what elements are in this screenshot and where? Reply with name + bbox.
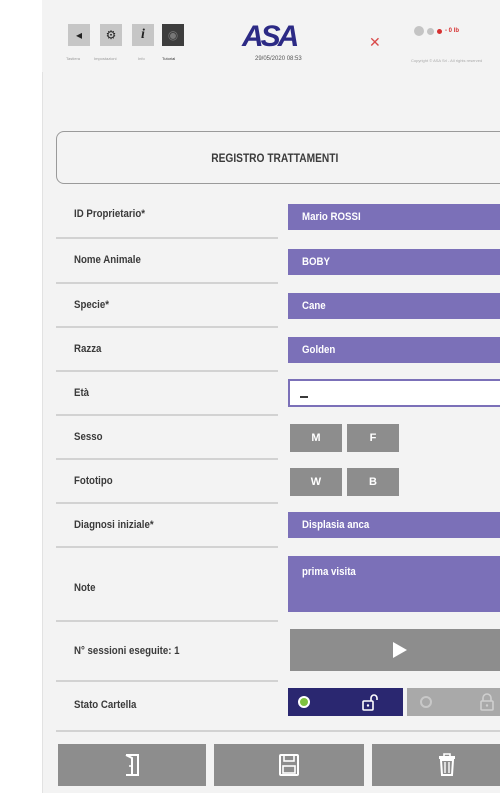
copyright-text: Copyright © ASA Srl - All rights reserve… — [411, 58, 483, 63]
exit-button[interactable] — [58, 744, 206, 786]
app-screen: ◂ Tastiera ⚙ Impostazioni i Info ◉ Tutor… — [42, 0, 500, 793]
notes-label: Note — [74, 582, 96, 594]
tutorial-button-label: Tutorial — [162, 56, 176, 61]
animal-name-label: Nome Animale — [74, 254, 141, 266]
close-icon[interactable]: ✕ — [369, 34, 381, 51]
settings-button-label: Impostazioni — [94, 56, 117, 61]
unlocked-icon — [362, 694, 378, 711]
alert-dot-icon — [437, 28, 442, 34]
record-status-label: Stato Cartella — [74, 699, 137, 711]
top-toolbar: ◂ Tastiera ⚙ Impostazioni i Info ◉ Tutor… — [42, 0, 500, 72]
sex-label: Sesso — [74, 431, 103, 443]
text-cursor — [300, 396, 308, 398]
diagnosis-field[interactable]: Displasia anca — [288, 512, 500, 538]
species-field[interactable]: Cane — [288, 293, 500, 319]
radio-selected-icon — [298, 696, 310, 708]
brand-logo: ASA — [242, 20, 299, 53]
row-divider — [56, 414, 278, 416]
owner-field[interactable]: Mario ROSSI — [288, 204, 500, 230]
page-title: REGISTRO TRATTAMENTI — [211, 150, 339, 165]
page-title-box: REGISTRO TRATTAMENTI — [56, 131, 500, 184]
back-button-label: Tastiera — [66, 56, 81, 61]
owner-label: ID Proprietario* — [74, 208, 146, 220]
row-divider — [56, 680, 278, 682]
locked-icon — [480, 693, 494, 711]
sessions-count-label: N° sessioni eseguite: 1 — [74, 645, 180, 657]
row-divider — [56, 458, 278, 460]
status-dot-icon — [427, 27, 434, 35]
status-dot-icon — [414, 26, 424, 36]
info-button-label: Info — [138, 56, 145, 61]
animal-name-field[interactable]: BOBY — [288, 249, 500, 275]
row-divider — [56, 730, 500, 732]
datetime-display: 29/05/2020 08:53 — [255, 56, 302, 62]
info-icon[interactable]: i — [132, 24, 154, 46]
gear-icon[interactable]: ⚙ — [100, 24, 122, 46]
record-closed-button[interactable] — [407, 688, 500, 716]
phototype-label: Fototipo — [74, 475, 113, 487]
row-divider — [56, 502, 278, 504]
save-button[interactable] — [214, 744, 364, 786]
delete-button[interactable] — [372, 744, 500, 786]
breed-label: Razza — [74, 343, 102, 355]
play-icon — [393, 642, 407, 658]
sex-female-button[interactable]: F — [347, 424, 399, 452]
notes-textarea[interactable]: prima visita — [288, 556, 500, 612]
record-open-button[interactable] — [288, 688, 403, 716]
row-divider — [56, 620, 278, 622]
diagnosis-label: Diagnosi iniziale* — [74, 519, 154, 531]
row-divider — [56, 326, 278, 328]
row-divider — [56, 237, 278, 239]
row-divider — [56, 546, 278, 548]
exit-door-icon — [125, 754, 139, 776]
phototype-b-button[interactable]: B — [347, 468, 399, 496]
radio-unselected-icon — [420, 696, 432, 708]
floppy-disk-icon — [279, 754, 299, 776]
trash-icon — [439, 753, 455, 776]
start-session-button[interactable] — [290, 629, 500, 671]
phototype-w-button[interactable]: W — [290, 468, 342, 496]
breed-field[interactable]: Golden — [288, 337, 500, 363]
row-divider — [56, 282, 278, 284]
eye-icon[interactable]: ◉ — [162, 24, 184, 46]
sex-male-button[interactable]: M — [290, 424, 342, 452]
status-text: - 0 lb — [445, 28, 460, 34]
back-arrow-icon[interactable]: ◂ — [68, 24, 90, 46]
row-divider — [56, 370, 278, 372]
age-input[interactable] — [288, 379, 500, 407]
age-label: Età — [74, 387, 90, 399]
species-label: Specie* — [74, 299, 109, 311]
device-status: - 0 lb — [414, 26, 459, 36]
